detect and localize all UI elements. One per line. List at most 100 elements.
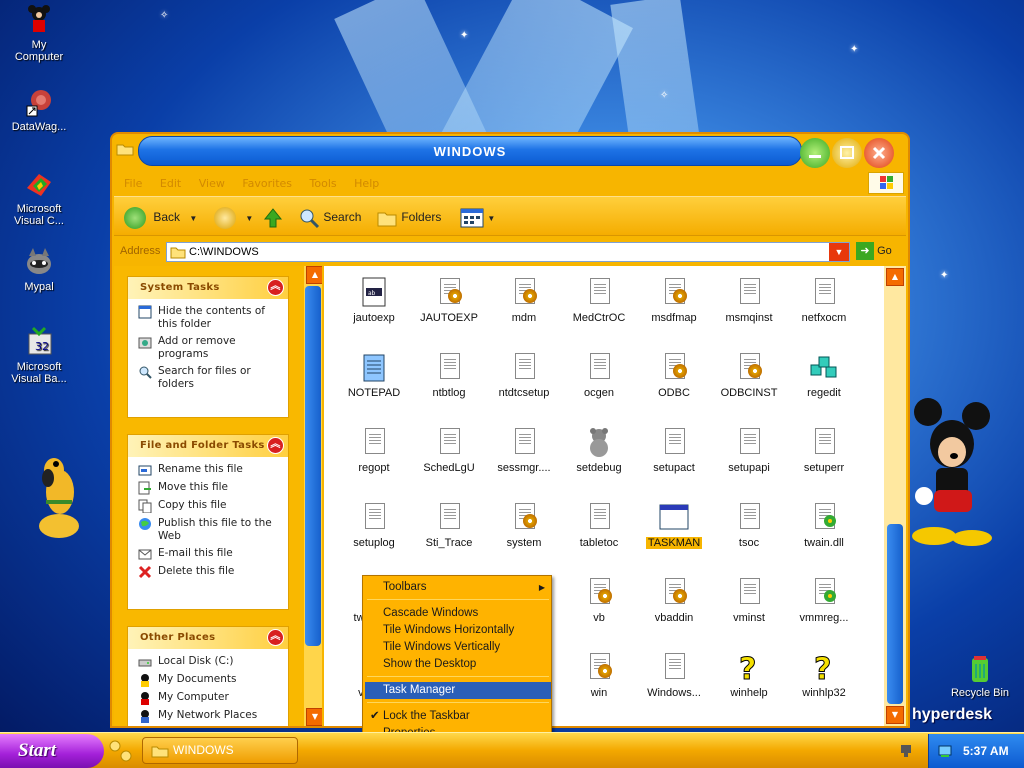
chevron-down-icon[interactable]: ▼ [189, 214, 197, 223]
scroll-down-button[interactable]: ▼ [306, 708, 322, 726]
task-copy-file[interactable]: Copy this file [138, 499, 282, 513]
place-network[interactable]: My Network Places [138, 709, 282, 723]
search-button[interactable]: Search [298, 205, 361, 229]
collapse-icon[interactable]: ︽ [267, 437, 284, 454]
file-item[interactable]: ntbtlog [411, 351, 487, 399]
file-item[interactable]: twain.dll [786, 501, 862, 549]
file-item[interactable]: ? winhlp32 [786, 651, 862, 700]
address-dropdown-button[interactable]: ▼ [829, 243, 849, 261]
other-places-header[interactable]: Other Places ︽ [128, 627, 288, 649]
file-item[interactable]: ? winhelp [711, 651, 787, 700]
file-item[interactable]: vb [561, 576, 637, 624]
file-item[interactable]: TASKMAN [636, 501, 712, 549]
go-button[interactable]: ➜ Go [856, 242, 902, 262]
folders-button[interactable]: Folders [376, 205, 441, 229]
quick-launch-icon[interactable] [108, 739, 134, 763]
maximize-button[interactable] [832, 138, 862, 168]
file-item[interactable]: msmqinst [711, 276, 787, 324]
menu-item-toolbars[interactable]: Toolbars ▶ [365, 579, 551, 596]
place-my-documents[interactable]: My Documents [138, 673, 282, 687]
chevron-down-icon[interactable]: ▼ [245, 214, 253, 223]
menu-item-lock-taskbar[interactable]: ✔ Lock the Taskbar [365, 708, 551, 725]
back-button[interactable]: Back ▼ [124, 205, 197, 229]
minimize-button[interactable] [800, 138, 830, 168]
views-button[interactable]: ▼ [460, 205, 495, 229]
menu-tools[interactable]: Tools [310, 177, 337, 190]
file-item[interactable]: setdebug [561, 426, 637, 474]
file-item[interactable]: regopt [336, 426, 412, 474]
file-item[interactable]: ntdtcsetup [486, 351, 562, 399]
task-search-files[interactable]: Search for files or folders [138, 365, 282, 391]
connection-icon[interactable] [937, 742, 955, 760]
title-bar[interactable]: WINDOWS [112, 134, 908, 172]
close-button[interactable] [864, 138, 894, 168]
system-tasks-header[interactable]: System Tasks ︽ [128, 277, 288, 299]
task-email-file[interactable]: E-mail this file [138, 547, 282, 561]
file-item[interactable]: msdfmap [636, 276, 712, 324]
desktop-icon-recycle-bin[interactable]: Recycle Bin [940, 652, 1020, 699]
file-item[interactable]: SchedLgU [411, 426, 487, 474]
place-my-computer[interactable]: My Computer [138, 691, 282, 705]
collapse-icon[interactable]: ︽ [267, 629, 284, 646]
place-local-disk[interactable]: Local Disk (C:) [138, 655, 282, 669]
file-folder-tasks-header[interactable]: File and Folder Tasks ︽ [128, 435, 288, 457]
file-item[interactable]: netfxocm [786, 276, 862, 324]
file-item[interactable]: ODBC [636, 351, 712, 399]
file-item[interactable]: ODBCINST [711, 351, 787, 399]
clock[interactable]: 5:37 AM [963, 744, 1009, 758]
menu-edit[interactable]: Edit [160, 177, 181, 190]
scroll-thumb[interactable] [305, 286, 321, 646]
task-add-remove-programs[interactable]: Add or remove programs [138, 335, 282, 361]
file-item[interactable]: MedCtrOC [561, 276, 637, 324]
start-button[interactable]: Start [0, 734, 104, 768]
menu-item-show-desktop[interactable]: Show the Desktop [365, 656, 551, 673]
file-item[interactable]: JAUTOEXP [411, 276, 487, 324]
scroll-up-button[interactable]: ▲ [886, 268, 904, 286]
file-item[interactable]: system [486, 501, 562, 549]
menu-file[interactable]: File [124, 177, 142, 190]
file-item[interactable]: regedit [786, 351, 862, 399]
network-tray-icon[interactable] [898, 743, 914, 759]
forward-button[interactable]: ▼ [214, 205, 253, 229]
taskbar[interactable]: Start WINDOWS 5:37 AM [0, 732, 1024, 768]
scroll-thumb[interactable] [887, 524, 903, 704]
up-folder-button[interactable] [262, 205, 284, 229]
taskbar-window-button[interactable]: WINDOWS [142, 737, 298, 764]
task-rename-file[interactable]: Rename this file [138, 463, 282, 477]
file-pane-scrollbar[interactable]: ▲ ▼ [884, 266, 906, 726]
desktop-icon-datawag[interactable]: DataWag... [2, 86, 76, 133]
menu-item-tile-horizontal[interactable]: Tile Windows Horizontally [365, 622, 551, 639]
file-item[interactable]: tabletoc [561, 501, 637, 549]
file-item[interactable]: tsoc [711, 501, 787, 549]
file-item[interactable]: Windows... [636, 651, 712, 699]
file-item[interactable]: ab jautoexp [336, 276, 412, 324]
file-item[interactable]: setuperr [786, 426, 862, 474]
file-item[interactable]: vbaddin [636, 576, 712, 624]
menu-favorites[interactable]: Favorites [242, 177, 292, 190]
address-input[interactable]: C:\WINDOWS ▼ [166, 242, 850, 262]
desktop-icon-my-computer[interactable]: My Computer [2, 4, 76, 63]
task-publish-web[interactable]: Publish this file to the Web [138, 517, 282, 543]
file-item[interactable]: setupapi [711, 426, 787, 474]
task-hide-contents[interactable]: Hide the contents of this folder [138, 305, 282, 331]
collapse-icon[interactable]: ︽ [267, 279, 284, 296]
scroll-down-button[interactable]: ▼ [886, 706, 904, 724]
menu-item-task-manager[interactable]: Task Manager [365, 682, 551, 699]
task-move-file[interactable]: Move this file [138, 481, 282, 495]
file-item[interactable]: win [561, 651, 637, 699]
scroll-up-button[interactable]: ▲ [306, 266, 322, 284]
file-item[interactable]: vmmreg... [786, 576, 862, 624]
menu-help[interactable]: Help [354, 177, 379, 190]
desktop-icon-visual-c[interactable]: Microsoft Visual C... [2, 168, 76, 227]
menu-item-tile-vertical[interactable]: Tile Windows Vertically [365, 639, 551, 656]
task-delete-file[interactable]: Delete this file [138, 565, 282, 579]
menu-item-cascade[interactable]: Cascade Windows [365, 605, 551, 622]
file-item[interactable]: NOTEPAD [336, 351, 412, 399]
file-item[interactable]: vminst [711, 576, 787, 624]
desktop-icon-mypal[interactable]: Mypal [2, 246, 76, 293]
file-item[interactable]: mdm [486, 276, 562, 324]
menu-view[interactable]: View [199, 177, 225, 190]
file-item[interactable]: Sti_Trace [411, 501, 487, 549]
file-item[interactable]: setuplog [336, 501, 412, 549]
desktop-icon-visual-basic[interactable]: 32 Microsoft Visual Ba... [2, 326, 76, 385]
